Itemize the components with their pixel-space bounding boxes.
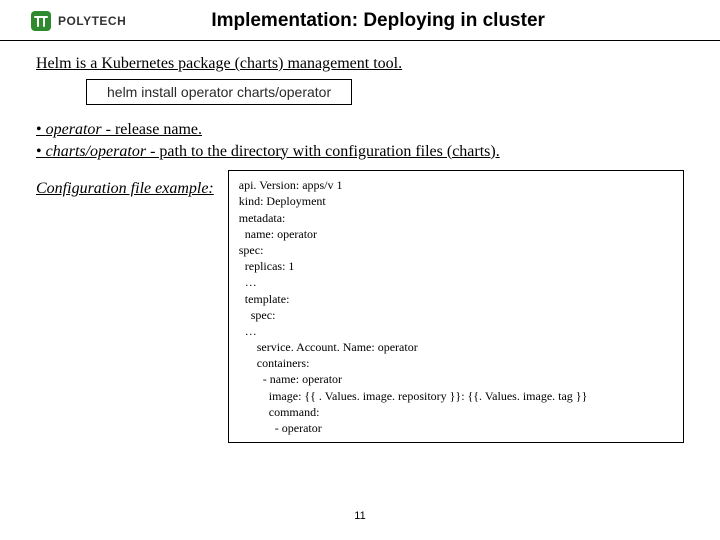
bullet-list: • operator - release name. • charts/oper… — [36, 119, 684, 162]
bullet-rest: - path to the directory with configurati… — [146, 143, 500, 160]
intro-text: Helm is a Kubernetes package (charts) ma… — [36, 55, 684, 73]
example-row: Configuration file example: api. Version… — [36, 170, 684, 443]
bullet-em: operator — [46, 121, 102, 138]
page-number: 11 — [0, 510, 720, 522]
slide-title: Implementation: Deploying in cluster — [66, 10, 690, 32]
code-box: api. Version: apps/v 1 kind: Deployment … — [228, 170, 684, 443]
bullet-2: • charts/operator - path to the director… — [36, 141, 684, 163]
pi-icon — [30, 10, 52, 32]
bullet-em: charts/operator — [46, 143, 146, 160]
bullet-marker: • — [36, 121, 46, 138]
header: POLYTECH Implementation: Deploying in cl… — [0, 0, 720, 38]
command-box: helm install operator charts/operator — [86, 79, 352, 105]
slide-content: Helm is a Kubernetes package (charts) ma… — [0, 41, 720, 443]
bullet-1: • operator - release name. — [36, 119, 684, 141]
bullet-marker: • — [36, 143, 46, 160]
bullet-rest: - release name. — [102, 121, 202, 138]
config-label: Configuration file example: — [36, 180, 214, 198]
